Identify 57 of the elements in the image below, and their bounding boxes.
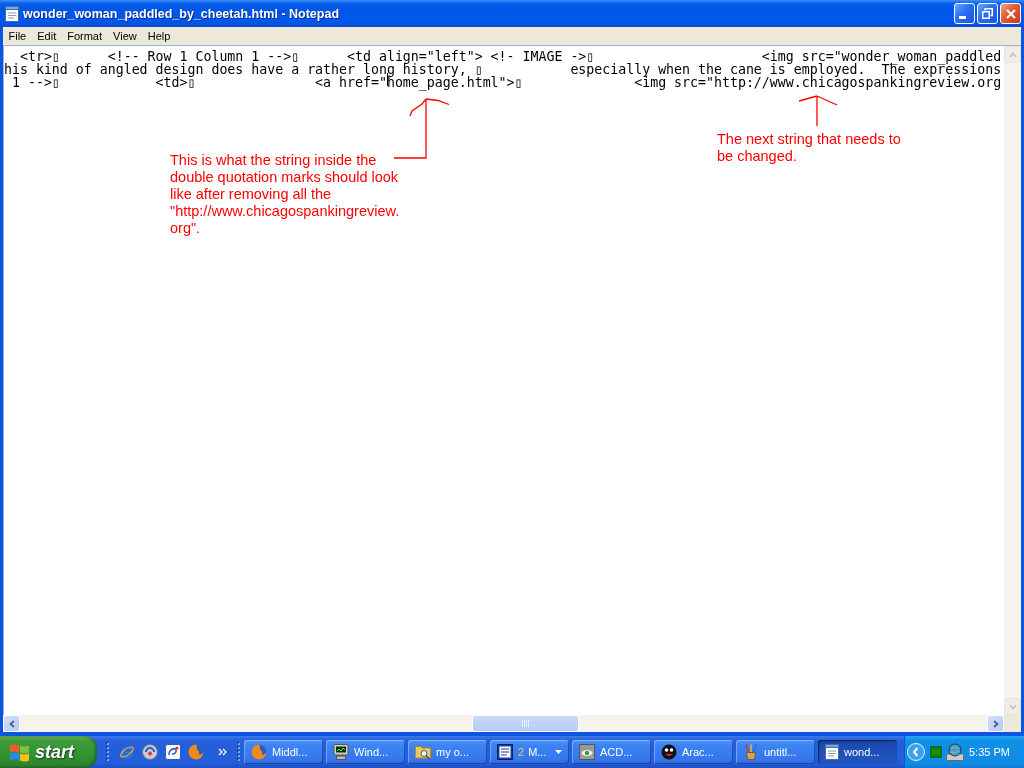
- grip-icon[interactable]: [237, 741, 240, 763]
- fox-globe-icon[interactable]: [188, 744, 204, 760]
- grip-icon: [521, 720, 529, 727]
- code-line: his kind of angled design does have a rather long history, ▯ especially when the cane is employed. The expressions: [4, 63, 1002, 76]
- taskbar-button[interactable]: Middl...: [244, 740, 323, 764]
- disc-icon[interactable]: [142, 744, 158, 760]
- code-line: 1 -->▯ <td>▯ <a href="home_page.html">▯ <img src="http://www.chicagospankingreview.org: [10, 76, 1002, 89]
- chevron-right-icon: [992, 719, 999, 728]
- menu-item[interactable]: Format: [61, 27, 108, 45]
- eye-icon: [579, 744, 595, 760]
- annotation-text: This is what the string inside the double quotation marks should look like after removing all the "http://www.chicagospankingreview. org".: [170, 152, 400, 237]
- grip-icon[interactable]: [106, 741, 109, 763]
- chevron-icon[interactable]: [218, 748, 227, 756]
- menu-item[interactable]: Help: [142, 27, 176, 45]
- smiley-icon: [661, 744, 677, 760]
- taskbar-button[interactable]: Arac...: [654, 740, 733, 764]
- close-icon: [1005, 8, 1016, 19]
- taskbar-button[interactable]: 2 M...: [490, 740, 569, 764]
- taskbar-button[interactable]: Wind...: [326, 740, 405, 764]
- fox-globe-icon: [251, 744, 267, 760]
- arrow-icon: [392, 97, 452, 160]
- start-button[interactable]: start: [0, 736, 97, 768]
- menu-item[interactable]: Edit: [31, 27, 62, 45]
- taskbar-button[interactable]: untitl...: [736, 740, 815, 764]
- scrollbar-thumb[interactable]: [471, 715, 579, 732]
- minimize-icon: [958, 16, 966, 19]
- restore-button[interactable]: [977, 3, 998, 24]
- notepad-icon: [825, 744, 839, 760]
- e-logo-icon[interactable]: [119, 744, 135, 760]
- restore-icon: [982, 8, 993, 19]
- arrow-icon: [797, 94, 839, 128]
- taskbar-button[interactable]: ACD...: [572, 740, 651, 764]
- folder-magnifier-icon: [415, 744, 431, 760]
- code-line: <tr>▯ <!-- Row 1 Column 1 -->▯ <td align="left"> <!- IMAGE ->▯ <img src="wonder_woman_paddled: [19, 50, 1002, 63]
- annotation-text: The next string that needs to be changed.: [717, 131, 901, 165]
- monitor-icon: [333, 744, 349, 760]
- chevron-left-icon: [8, 719, 15, 728]
- swirl-icon[interactable]: [165, 744, 181, 760]
- globe-computer-icon[interactable]: [946, 743, 964, 761]
- menu-item[interactable]: File: [3, 27, 32, 45]
- window-title: wonder_woman_paddled_by_cheetah.html - Notepad: [23, 6, 340, 21]
- chevron-left-icon[interactable]: [907, 743, 925, 761]
- taskbar-button[interactable]: wond...: [818, 740, 897, 764]
- taskbar-button[interactable]: my o...: [408, 740, 487, 764]
- scroll-right-button[interactable]: [987, 715, 1004, 732]
- minimize-button[interactable]: [954, 3, 975, 24]
- close-button[interactable]: [1000, 3, 1021, 24]
- dropdown-caret-icon: [555, 750, 562, 754]
- notepad-icon[interactable]: [5, 5, 19, 22]
- windows-flag-icon: [9, 742, 30, 762]
- scroll-left-button[interactable]: [3, 715, 20, 732]
- brushes-icon: [743, 744, 759, 760]
- chevron-down-icon: [1008, 703, 1017, 710]
- clock[interactable]: 5:35 PM: [969, 746, 1010, 758]
- menu-item[interactable]: View: [107, 27, 143, 45]
- chevron-up-icon: [1008, 51, 1017, 58]
- document-icon: [497, 744, 513, 760]
